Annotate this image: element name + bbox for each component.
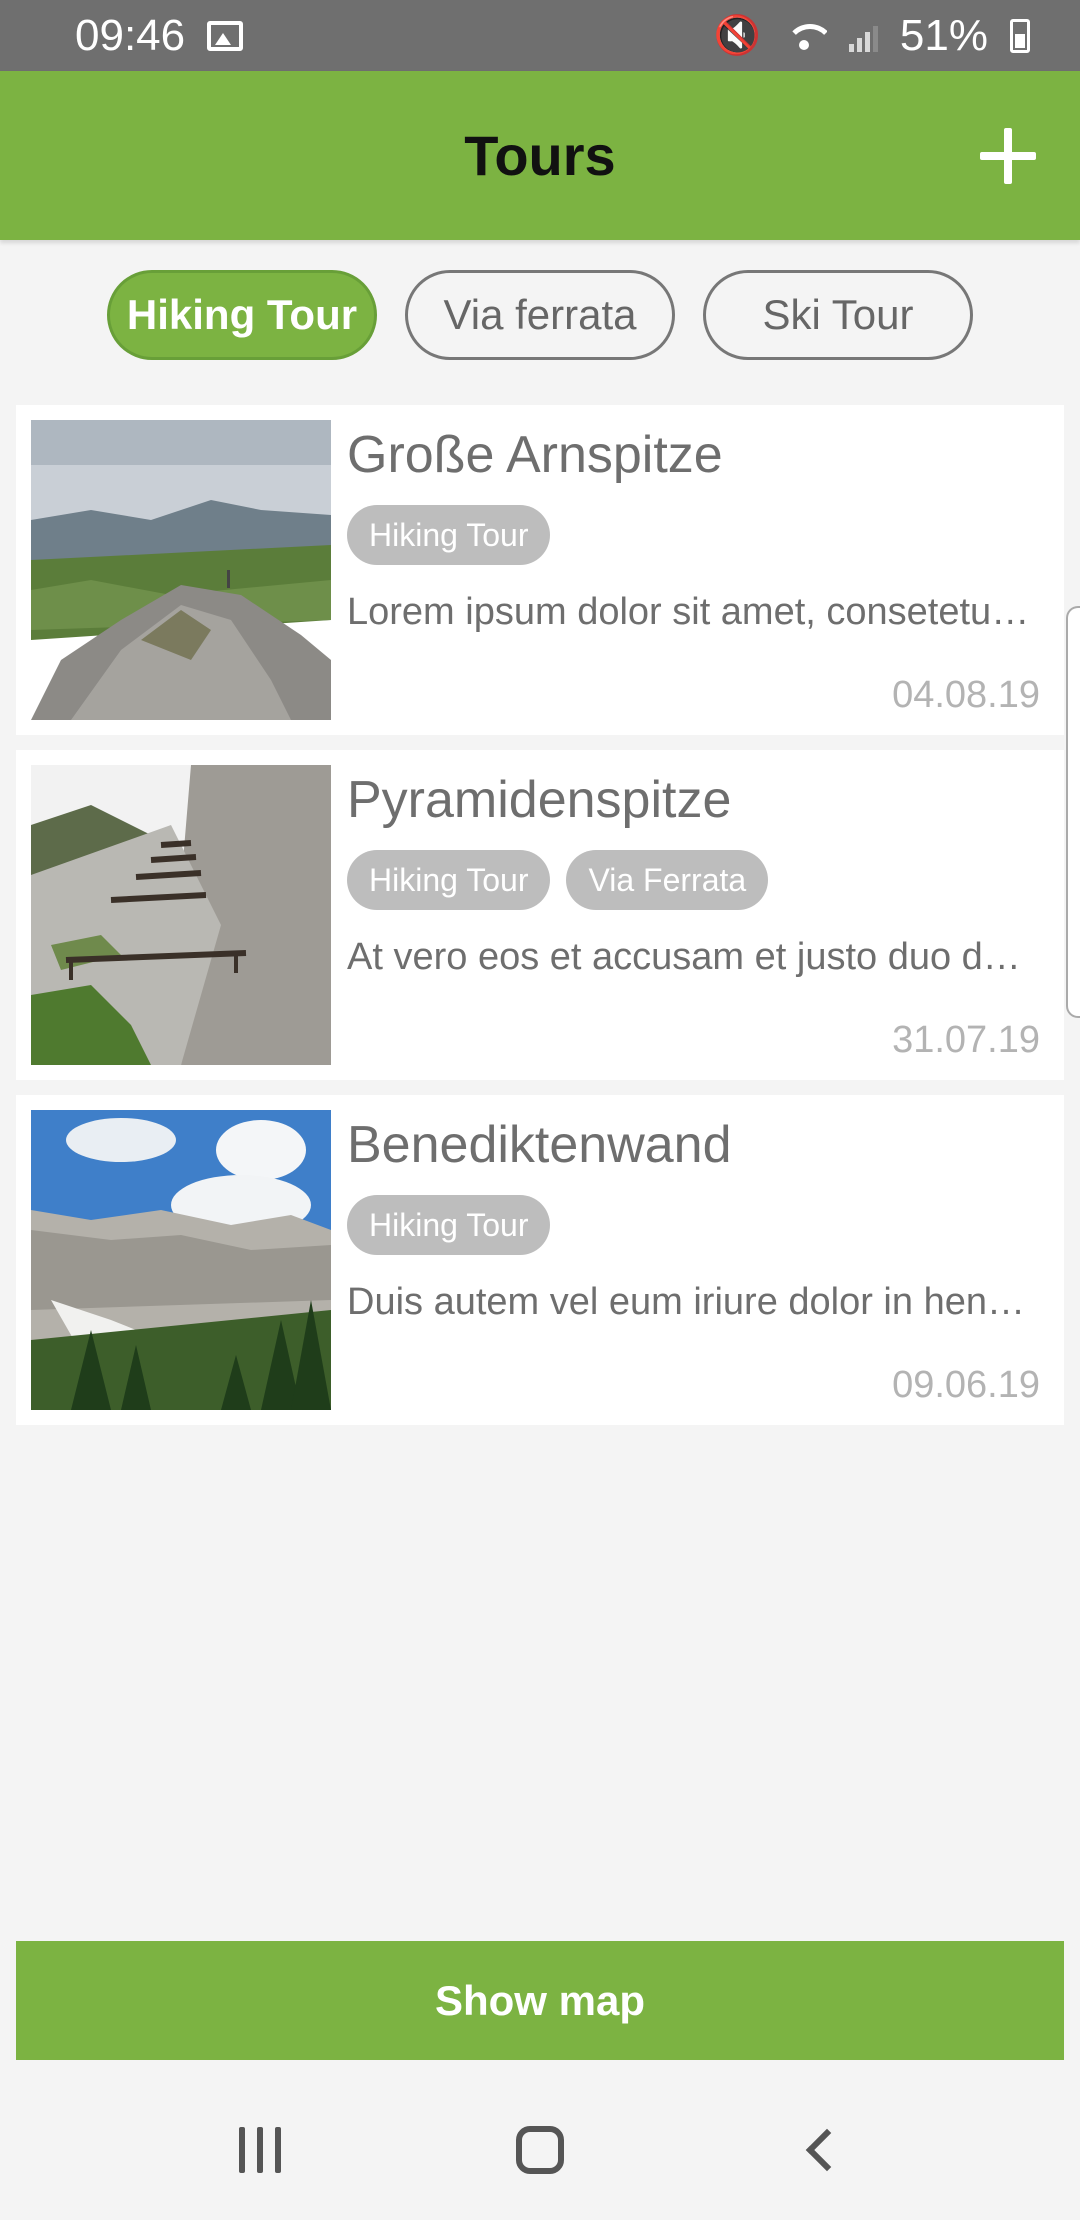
mute-icon: 🔇 [713,14,761,57]
recents-icon [239,2127,281,2173]
tour-list: Große Arnspitze Hiking Tour Lorem ipsum … [16,405,1064,1440]
tour-description: Lorem ipsum dolor sit amet, consetetur s… [347,591,1040,633]
status-time: 09:46 [75,10,186,60]
tour-title: Benediktenwand [347,1116,732,1174]
tour-title: Pyramidenspitze [347,771,732,829]
image-icon [207,20,244,51]
tour-description: Duis autem vel eum iriure dolor in hendr… [347,1281,1040,1323]
wifi-icon [783,20,827,52]
show-map-button[interactable]: Show map [16,1941,1064,2060]
system-nav-bar [0,2080,1080,2220]
tag-row: Hiking Tour [347,505,1040,565]
back-button[interactable] [785,2115,855,2185]
mountain-photo [31,420,331,720]
app-bar: Tours [0,71,1080,240]
tour-image [31,420,331,720]
tag: Hiking Tour [347,850,551,910]
tour-date: 09.06.19 [892,1364,1040,1406]
tour-date: 04.08.19 [892,674,1040,716]
tour-card[interactable]: Pyramidenspitze Hiking Tour Via Ferrata … [16,750,1064,1080]
tag: Hiking Tour [347,505,551,565]
status-left: 09:46 [75,10,244,61]
tag: Via Ferrata [566,850,769,910]
recents-button[interactable] [225,2115,295,2185]
tour-info: Große Arnspitze Hiking Tour Lorem ipsum … [347,425,1040,634]
back-icon [805,2128,849,2172]
page-title: Tours [464,124,616,187]
tour-date: 31.07.19 [892,1019,1040,1061]
scroll-indicator[interactable] [1066,606,1080,1018]
filter-chips: Hiking Tour Via ferrata Ski Tour [0,270,1080,360]
plus-icon[interactable] [980,127,1036,184]
tag: Hiking Tour [347,1195,551,1255]
battery-icon [1010,18,1030,53]
ladder-photo [31,765,331,1065]
status-bar: 09:46 🔇 51% [0,0,1080,71]
cliff-photo [31,1110,331,1410]
tour-description: At vero eos et accusam et justo duo dolo… [347,936,1040,978]
tour-image [31,1110,331,1410]
signal-icon [848,20,878,52]
tag-row: Hiking Tour Via Ferrata [347,850,1040,910]
tour-card[interactable]: Große Arnspitze Hiking Tour Lorem ipsum … [16,405,1064,735]
tour-title: Große Arnspitze [347,426,723,484]
tour-card[interactable]: Benediktenwand Hiking Tour Duis autem ve… [16,1095,1064,1425]
battery-percent: 51% [899,10,988,60]
tour-image [31,765,331,1065]
tag-row: Hiking Tour [347,1195,1040,1255]
tour-info: Pyramidenspitze Hiking Tour Via Ferrata … [347,770,1040,979]
home-button[interactable] [505,2115,575,2185]
filter-via-ferrata[interactable]: Via ferrata [405,270,675,360]
tour-info: Benediktenwand Hiking Tour Duis autem ve… [347,1115,1040,1324]
status-right: 🔇 51% [714,11,1030,61]
filter-ski-tour[interactable]: Ski Tour [703,270,973,360]
filter-hiking-tour[interactable]: Hiking Tour [107,270,377,360]
home-icon [516,2126,564,2174]
